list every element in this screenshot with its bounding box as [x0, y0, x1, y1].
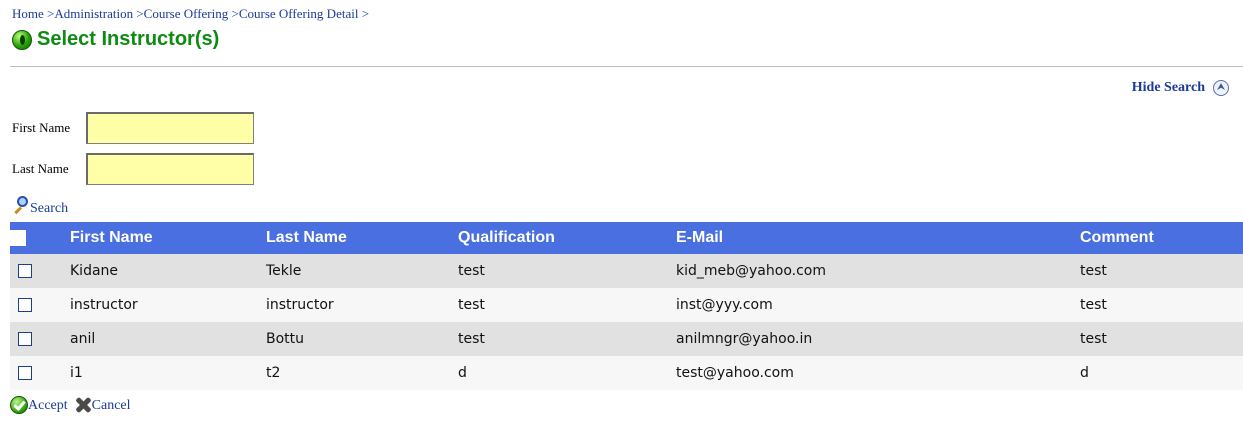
last-name-row: Last Name — [12, 153, 254, 185]
select-all-cell — [10, 222, 40, 254]
last-name-input[interactable] — [86, 153, 254, 185]
divider — [10, 66, 1243, 67]
magnifier-icon[interactable] — [12, 196, 30, 216]
cell-last-name: Bottu — [266, 322, 458, 356]
x-icon[interactable] — [74, 396, 92, 414]
cell-qualification: test — [458, 288, 676, 322]
cell-qualification: test — [458, 322, 676, 356]
column-header-email[interactable]: E-Mail — [676, 222, 1080, 254]
hide-search-label[interactable]: Hide Search — [1132, 80, 1205, 96]
row-checkbox[interactable] — [18, 264, 32, 278]
column-header-comment[interactable]: Comment — [1080, 222, 1243, 254]
cell-comment: test — [1080, 322, 1243, 356]
row-checkbox[interactable] — [18, 298, 32, 312]
cell-comment: d — [1080, 356, 1243, 390]
column-header-qualification[interactable]: Qualification — [458, 222, 676, 254]
column-header-last-name[interactable]: Last Name — [266, 222, 458, 254]
cell-comment: test — [1080, 288, 1243, 322]
green-check-icon[interactable] — [10, 396, 28, 414]
select-all-checkbox[interactable] — [10, 229, 26, 246]
column-header-first-name[interactable]: First Name — [40, 222, 266, 254]
cell-qualification: d — [458, 356, 676, 390]
cell-qualification: test — [458, 254, 676, 288]
instructor-table: First Name Last Name Qualification E-Mai… — [10, 222, 1243, 390]
cell-email: test@yahoo.com — [676, 356, 1080, 390]
first-name-input[interactable] — [86, 112, 254, 144]
first-name-row: First Name — [12, 112, 254, 144]
search-button[interactable]: Search — [12, 196, 68, 216]
cell-comment: test — [1080, 254, 1243, 288]
hide-search-toggle[interactable]: Hide Search ⮝ — [1132, 80, 1229, 96]
double-chevron-up-icon[interactable]: ⮝ — [1213, 80, 1229, 96]
last-name-label: Last Name — [12, 161, 69, 176]
cell-email: kid_meb@yahoo.com — [676, 254, 1080, 288]
breadcrumb[interactable]: Home >Administration >Course Offering >C… — [12, 6, 369, 22]
accept-button[interactable]: Accept — [10, 396, 68, 414]
cell-email: inst@yyy.com — [676, 288, 1080, 322]
cell-last-name: t2 — [266, 356, 458, 390]
cell-last-name: Tekle — [266, 254, 458, 288]
table-row: Kidane Tekle test kid_meb@yahoo.com test — [10, 254, 1243, 288]
bottom-actions: Accept Cancel — [10, 396, 137, 414]
table-row: instructor instructor test inst@yyy.com … — [10, 288, 1243, 322]
cell-last-name: instructor — [266, 288, 458, 322]
table-row: i1 t2 d test@yahoo.com d — [10, 356, 1243, 390]
table-row: anil Bottu test anilmngr@yahoo.in test — [10, 322, 1243, 356]
cell-first-name: anil — [40, 322, 266, 356]
page-title: Select Instructor(s) — [37, 28, 220, 50]
accept-label[interactable]: Accept — [28, 398, 68, 414]
cell-first-name: instructor — [40, 288, 266, 322]
cancel-button[interactable]: Cancel — [74, 396, 131, 414]
cell-email: anilmngr@yahoo.in — [676, 322, 1080, 356]
row-checkbox[interactable] — [18, 332, 32, 346]
green-circle-icon — [12, 29, 32, 50]
page-title-row: Select Instructor(s) — [12, 28, 219, 51]
search-label[interactable]: Search — [30, 201, 68, 217]
first-name-label: First Name — [12, 120, 71, 135]
row-checkbox[interactable] — [18, 366, 32, 380]
cell-first-name: Kidane — [40, 254, 266, 288]
cancel-label[interactable]: Cancel — [92, 398, 131, 414]
cell-first-name: i1 — [40, 356, 266, 390]
table-header-row: First Name Last Name Qualification E-Mai… — [10, 222, 1243, 254]
